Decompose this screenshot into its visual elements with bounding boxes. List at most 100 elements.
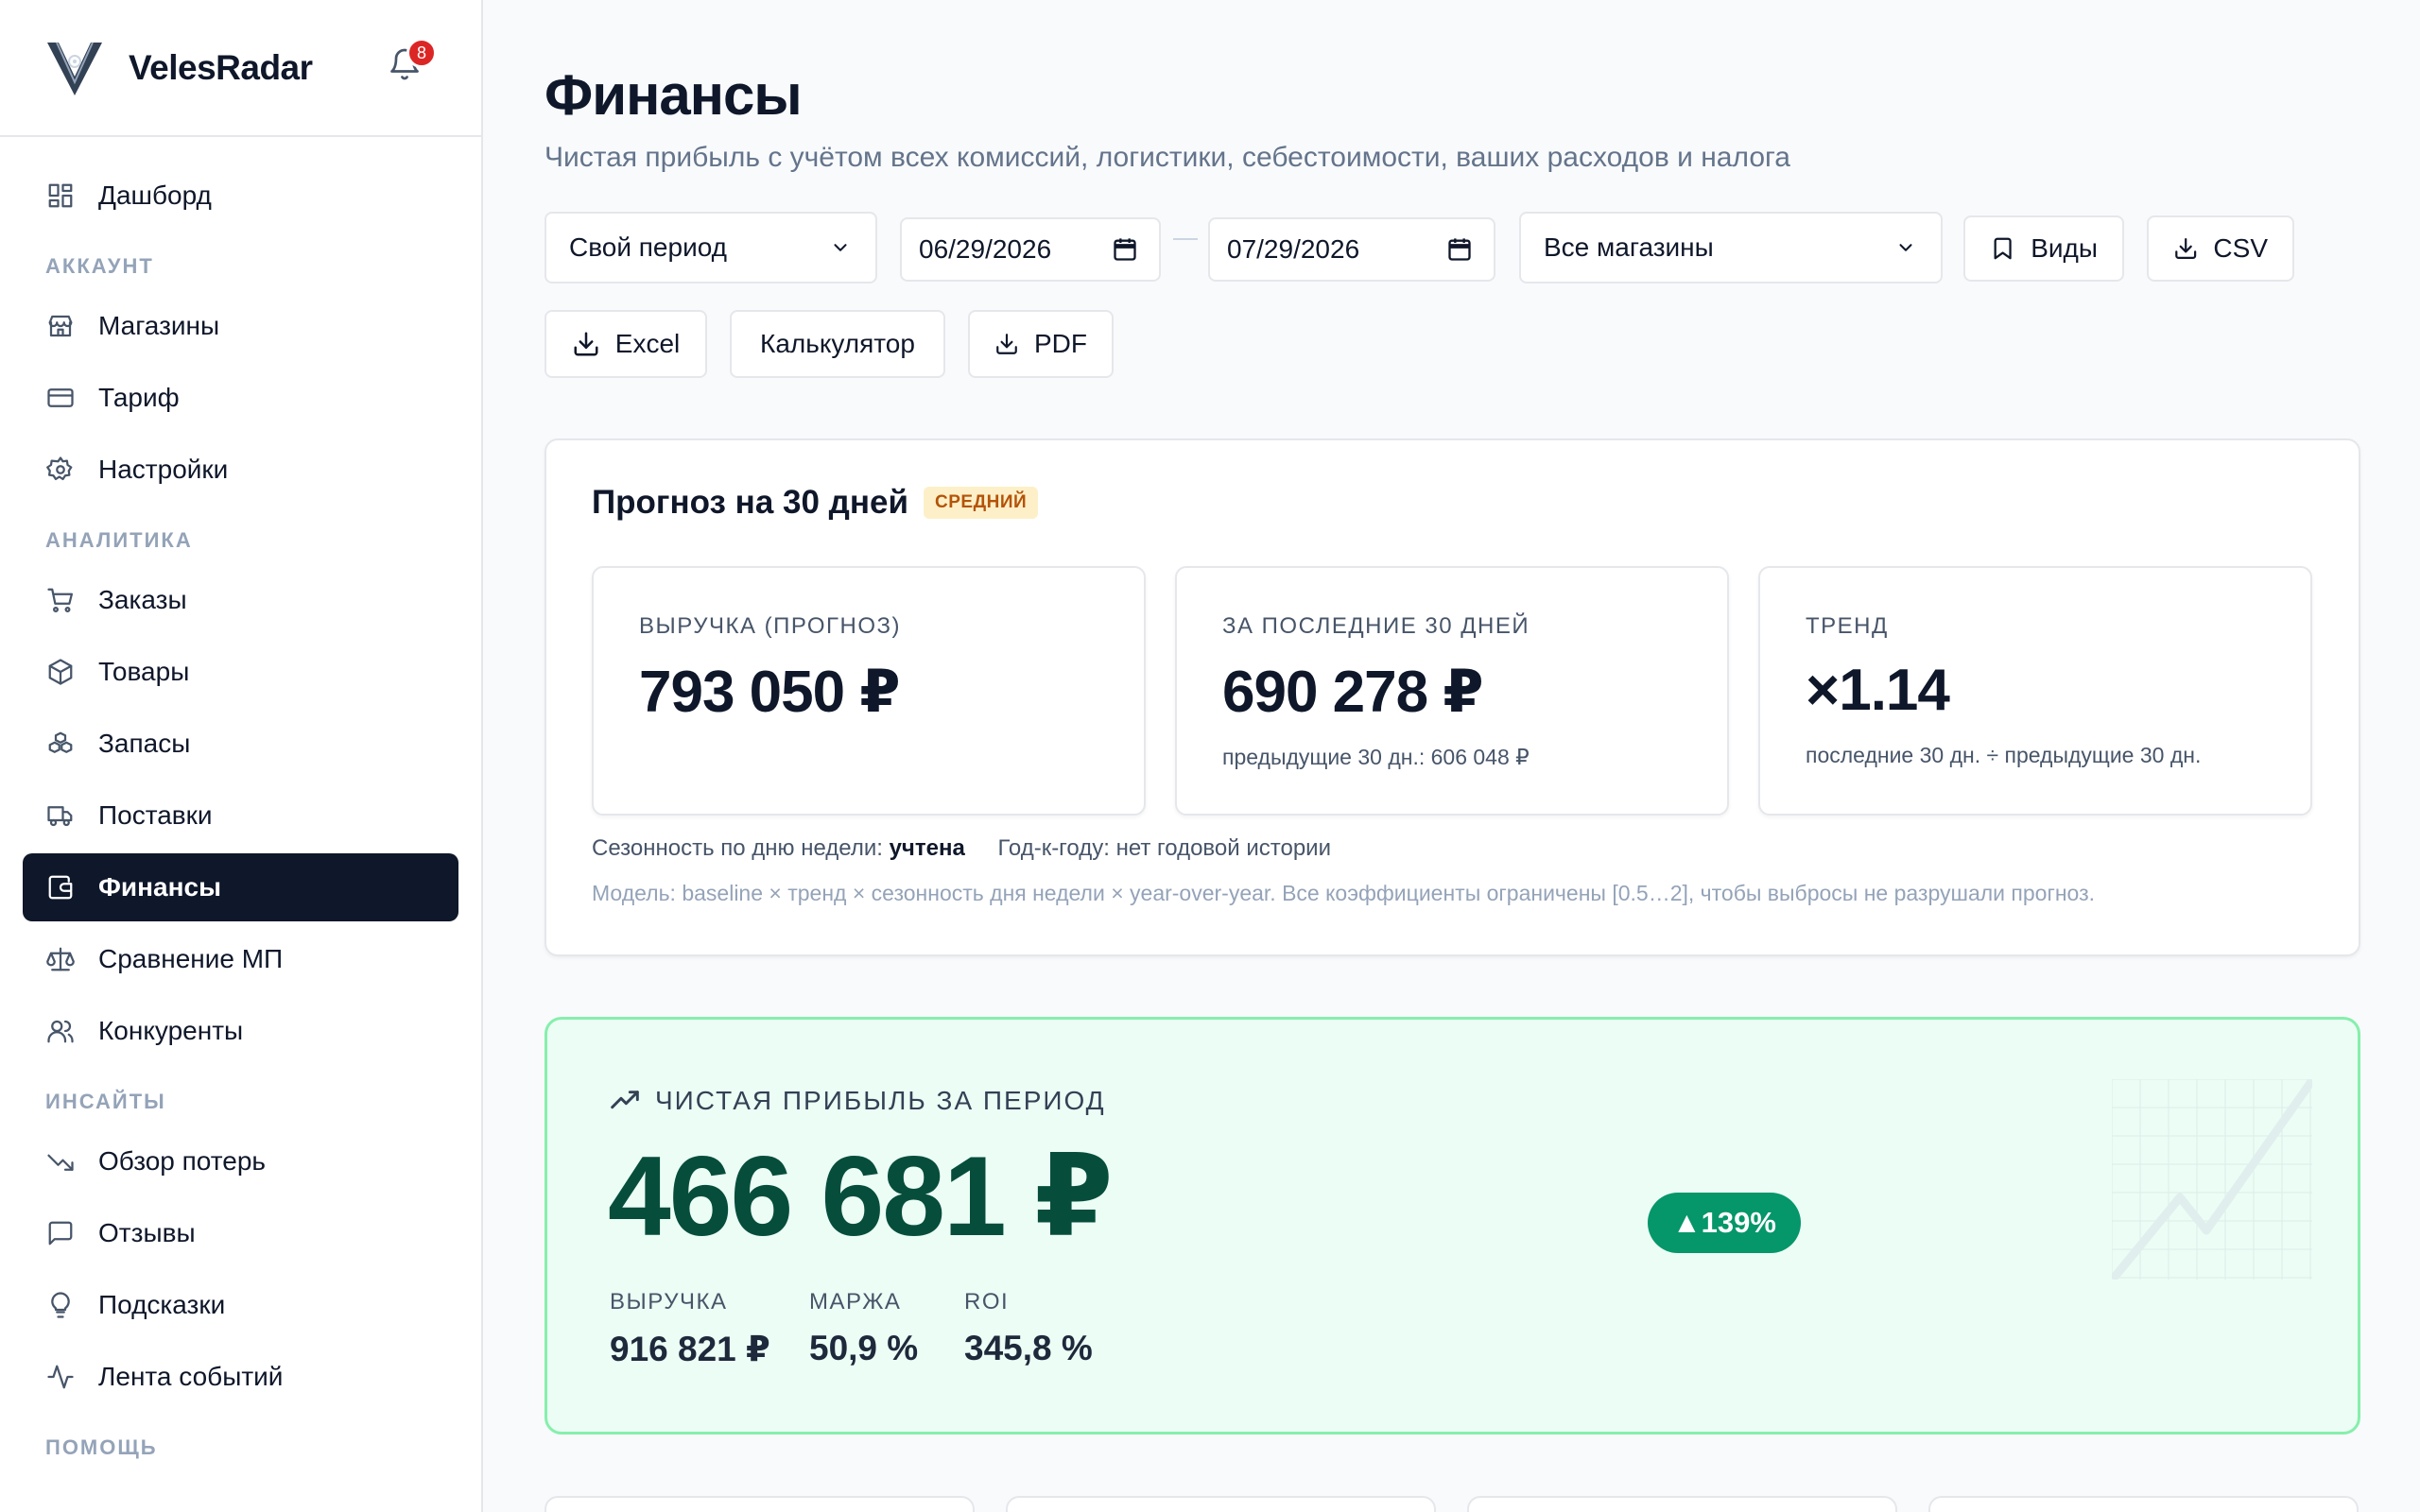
cart-icon [45,585,76,615]
period-select-value: Свой период [569,232,728,262]
sidebar-item-label: Поставки [98,800,213,830]
section-account: АККАУНТ [45,254,154,278]
sidebar-item-label: Магазины [98,311,220,340]
sidebar-item-label: Лента событий [98,1362,284,1391]
forecast-card: Прогноз на 30 дней СРЕДНИЙ ВЫРУЧКА (ПРОГ… [544,438,2360,956]
csv-export-button[interactable]: CSV [2147,215,2294,282]
sidebar-item-dashboard[interactable]: Дашборд [23,162,458,230]
kpi-value: 793 050 ₽ [639,660,900,725]
download-icon [574,332,598,356]
sidebar-item-label: Конкуренты [98,1016,244,1045]
section-analytics: АНАЛИТИКА [45,528,193,552]
sidebar-item-products[interactable]: Товары [23,638,458,706]
date-from-value: 06/29/2026 [919,234,1052,264]
metric-revenue: ВЫРУЧКА 916 821 ₽ [610,1289,770,1369]
sidebar-item-label: Тариф [98,383,180,412]
date-range-separator [1173,238,1198,240]
seasonality-value: учтена [889,835,965,861]
kpi-sub: последние 30 дн. ÷ предыдущие 30 дн. [1806,743,2202,767]
calendar-icon[interactable] [1112,236,1138,263]
kpi-label: ВЫРУЧКА (ПРОГНОЗ) [639,613,902,639]
summary-card [1006,1496,1436,1512]
kpi-sub: предыдущие 30 дн.: 606 048 ₽ [1222,745,1530,769]
sidebar-item-losses[interactable]: Обзор потерь [23,1127,458,1195]
sidebar-item-stores[interactable]: Магазины [23,292,458,360]
pdf-export-button[interactable]: PDF [968,310,1114,378]
sidebar-item-competitors[interactable]: Конкуренты [23,997,458,1065]
chevron-down-icon [834,244,847,251]
sidebar-item-supplies[interactable]: Поставки [23,782,458,850]
bookmark-icon [1994,237,2012,260]
brand-header: VelesRadar 8 [0,0,481,137]
page-title: Финансы [544,63,803,127]
sidebar-item-label: Запасы [98,729,191,758]
yoy-note: Год-к-году: нет годовой истории [997,835,1331,861]
metric-value: 916 821 ₽ [610,1330,770,1368]
pdf-button-label: PDF [1034,329,1087,358]
model-note: Модель: baseline × тренд × сезонность дн… [592,881,2096,905]
net-profit-title: ЧИСТАЯ ПРИБЫЛЬ ЗА ПЕРИОД [655,1086,1106,1115]
sidebar-item-hints[interactable]: Подсказки [23,1271,458,1339]
calculator-button-label: Калькулятор [760,329,915,358]
brand-name: VelesRadar [129,47,313,87]
metric-value: 345,8 % [964,1329,1093,1367]
truck-icon [45,800,76,831]
section-insights: ИНСАЙТЫ [45,1090,166,1113]
calendar-icon[interactable] [1446,236,1473,263]
stores-select[interactable]: Все магазины [1519,212,1943,284]
sidebar-item-tariff[interactable]: Тариф [23,364,458,432]
sidebar-item-settings[interactable]: Настройки [23,436,458,504]
velesradar-logo-icon[interactable] [43,37,106,99]
message-square-icon [45,1218,76,1248]
sidebar-item-finance[interactable]: Финансы [23,853,458,921]
date-to-input[interactable]: 07/29/2026 [1208,217,1495,282]
chevron-down-icon [1899,244,1912,251]
sidebar-item-label: Заказы [98,585,187,614]
sidebar-item-orders[interactable]: Заказы [23,566,458,634]
summary-card [1467,1496,1897,1512]
net-profit-delta-badge: ▲139% [1648,1193,1801,1253]
views-button-label: Виды [2031,233,2098,263]
sidebar-item-compare-mp[interactable]: Сравнение МП [23,925,458,993]
sidebar-item-label: Настройки [98,455,229,484]
net-profit-value: 466 681 ₽ [608,1133,1114,1260]
kpi-last-30-days: ЗА ПОСЛЕДНИЕ 30 ДНЕЙ 690 278 ₽ предыдущи… [1175,566,1729,816]
sidebar-item-label: Финансы [98,872,221,902]
sidebar-item-label: Дашборд [98,180,212,210]
sidebar-item-events[interactable]: Лента событий [23,1343,458,1411]
sidebar-item-stock[interactable]: Запасы [23,710,458,778]
wallet-icon [45,872,76,902]
sidebar-item-reviews[interactable]: Отзывы [23,1199,458,1267]
date-from-input[interactable]: 06/29/2026 [900,217,1161,282]
excel-export-button[interactable]: Excel [544,310,707,378]
dashboard-icon [45,180,76,211]
forecast-title: Прогноз на 30 дней СРЕДНИЙ [592,484,1039,522]
summary-card [1928,1496,2359,1512]
trending-up-icon [611,1091,639,1109]
download-icon [2175,237,2197,260]
views-button[interactable]: Виды [1963,215,2124,282]
boxes-icon [45,729,76,759]
metric-margin: МАРЖА 50,9 % [809,1289,918,1368]
gear-icon [45,455,76,485]
users-icon [45,1016,76,1046]
net-profit-header: ЧИСТАЯ ПРИБЫЛЬ ЗА ПЕРИОД [610,1086,1106,1116]
net-profit-card: ЧИСТАЯ ПРИБЫЛЬ ЗА ПЕРИОД 466 681 ₽ ▲139%… [544,1017,2360,1435]
scale-icon [45,944,76,974]
summary-card [544,1496,975,1512]
notification-count-badge: 8 [406,38,437,68]
period-select[interactable]: Свой период [544,212,877,284]
sidebar: VelesRadar 8 Дашборд АККАУНТ Магазины Та… [0,0,483,1512]
lightbulb-icon [45,1290,76,1320]
date-to-value: 07/29/2026 [1227,234,1360,264]
kpi-revenue-forecast: ВЫРУЧКА (ПРОГНОЗ) 793 050 ₽ [592,566,1146,816]
calculator-button[interactable]: Калькулятор [730,310,945,378]
kpi-label: ЗА ПОСЛЕДНИЕ 30 ДНЕЙ [1222,613,1530,639]
sidebar-item-label: Отзывы [98,1218,196,1247]
sidebar-item-label: Сравнение МП [98,944,284,973]
sidebar-item-label: Подсказки [98,1290,226,1319]
notifications-button[interactable]: 8 [388,38,437,85]
chart-decoration-icon [2112,1079,2312,1280]
metric-label: МАРЖА [809,1289,902,1314]
credit-card-icon [45,383,76,413]
